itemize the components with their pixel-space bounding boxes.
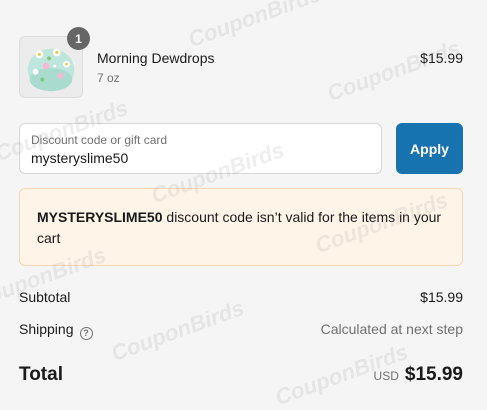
question-circle-icon[interactable]: ? bbox=[79, 327, 93, 340]
total-row: Total USD $15.99 bbox=[19, 364, 463, 388]
quantity-badge: 1 bbox=[67, 27, 90, 50]
product-price: $15.99 bbox=[420, 50, 463, 66]
shipping-value: Calculated at next step bbox=[320, 321, 463, 337]
subtotal-label: Subtotal bbox=[19, 289, 71, 305]
error-discount-code: MYSTERYSLIME50 bbox=[37, 209, 163, 225]
apply-button[interactable]: Apply bbox=[396, 123, 463, 174]
total-amount: $15.99 bbox=[404, 364, 463, 385]
discount-field-value[interactable]: mysteryslime50 bbox=[31, 150, 128, 166]
line-item: 1 Morning Dewdrops 7 oz $15.99 bbox=[19, 27, 463, 98]
product-name: Morning Dewdrops bbox=[97, 50, 215, 66]
shipping-row: Shipping? Calculated at next step bbox=[19, 321, 463, 340]
total-label: Total bbox=[19, 364, 63, 385]
shipping-label: Shipping bbox=[19, 321, 74, 337]
subtotal-row: Subtotal $15.99 bbox=[19, 289, 463, 305]
discount-error-banner: MYSTERYSLIME50 discount code isn’t valid… bbox=[19, 188, 463, 266]
subtotal-value: $15.99 bbox=[420, 289, 463, 305]
discount-code-input[interactable]: Discount code or gift card mysteryslime5… bbox=[19, 123, 382, 174]
currency-code: USD bbox=[373, 369, 399, 383]
product-variant: 7 oz bbox=[97, 71, 120, 85]
discount-field-label: Discount code or gift card bbox=[31, 133, 168, 147]
